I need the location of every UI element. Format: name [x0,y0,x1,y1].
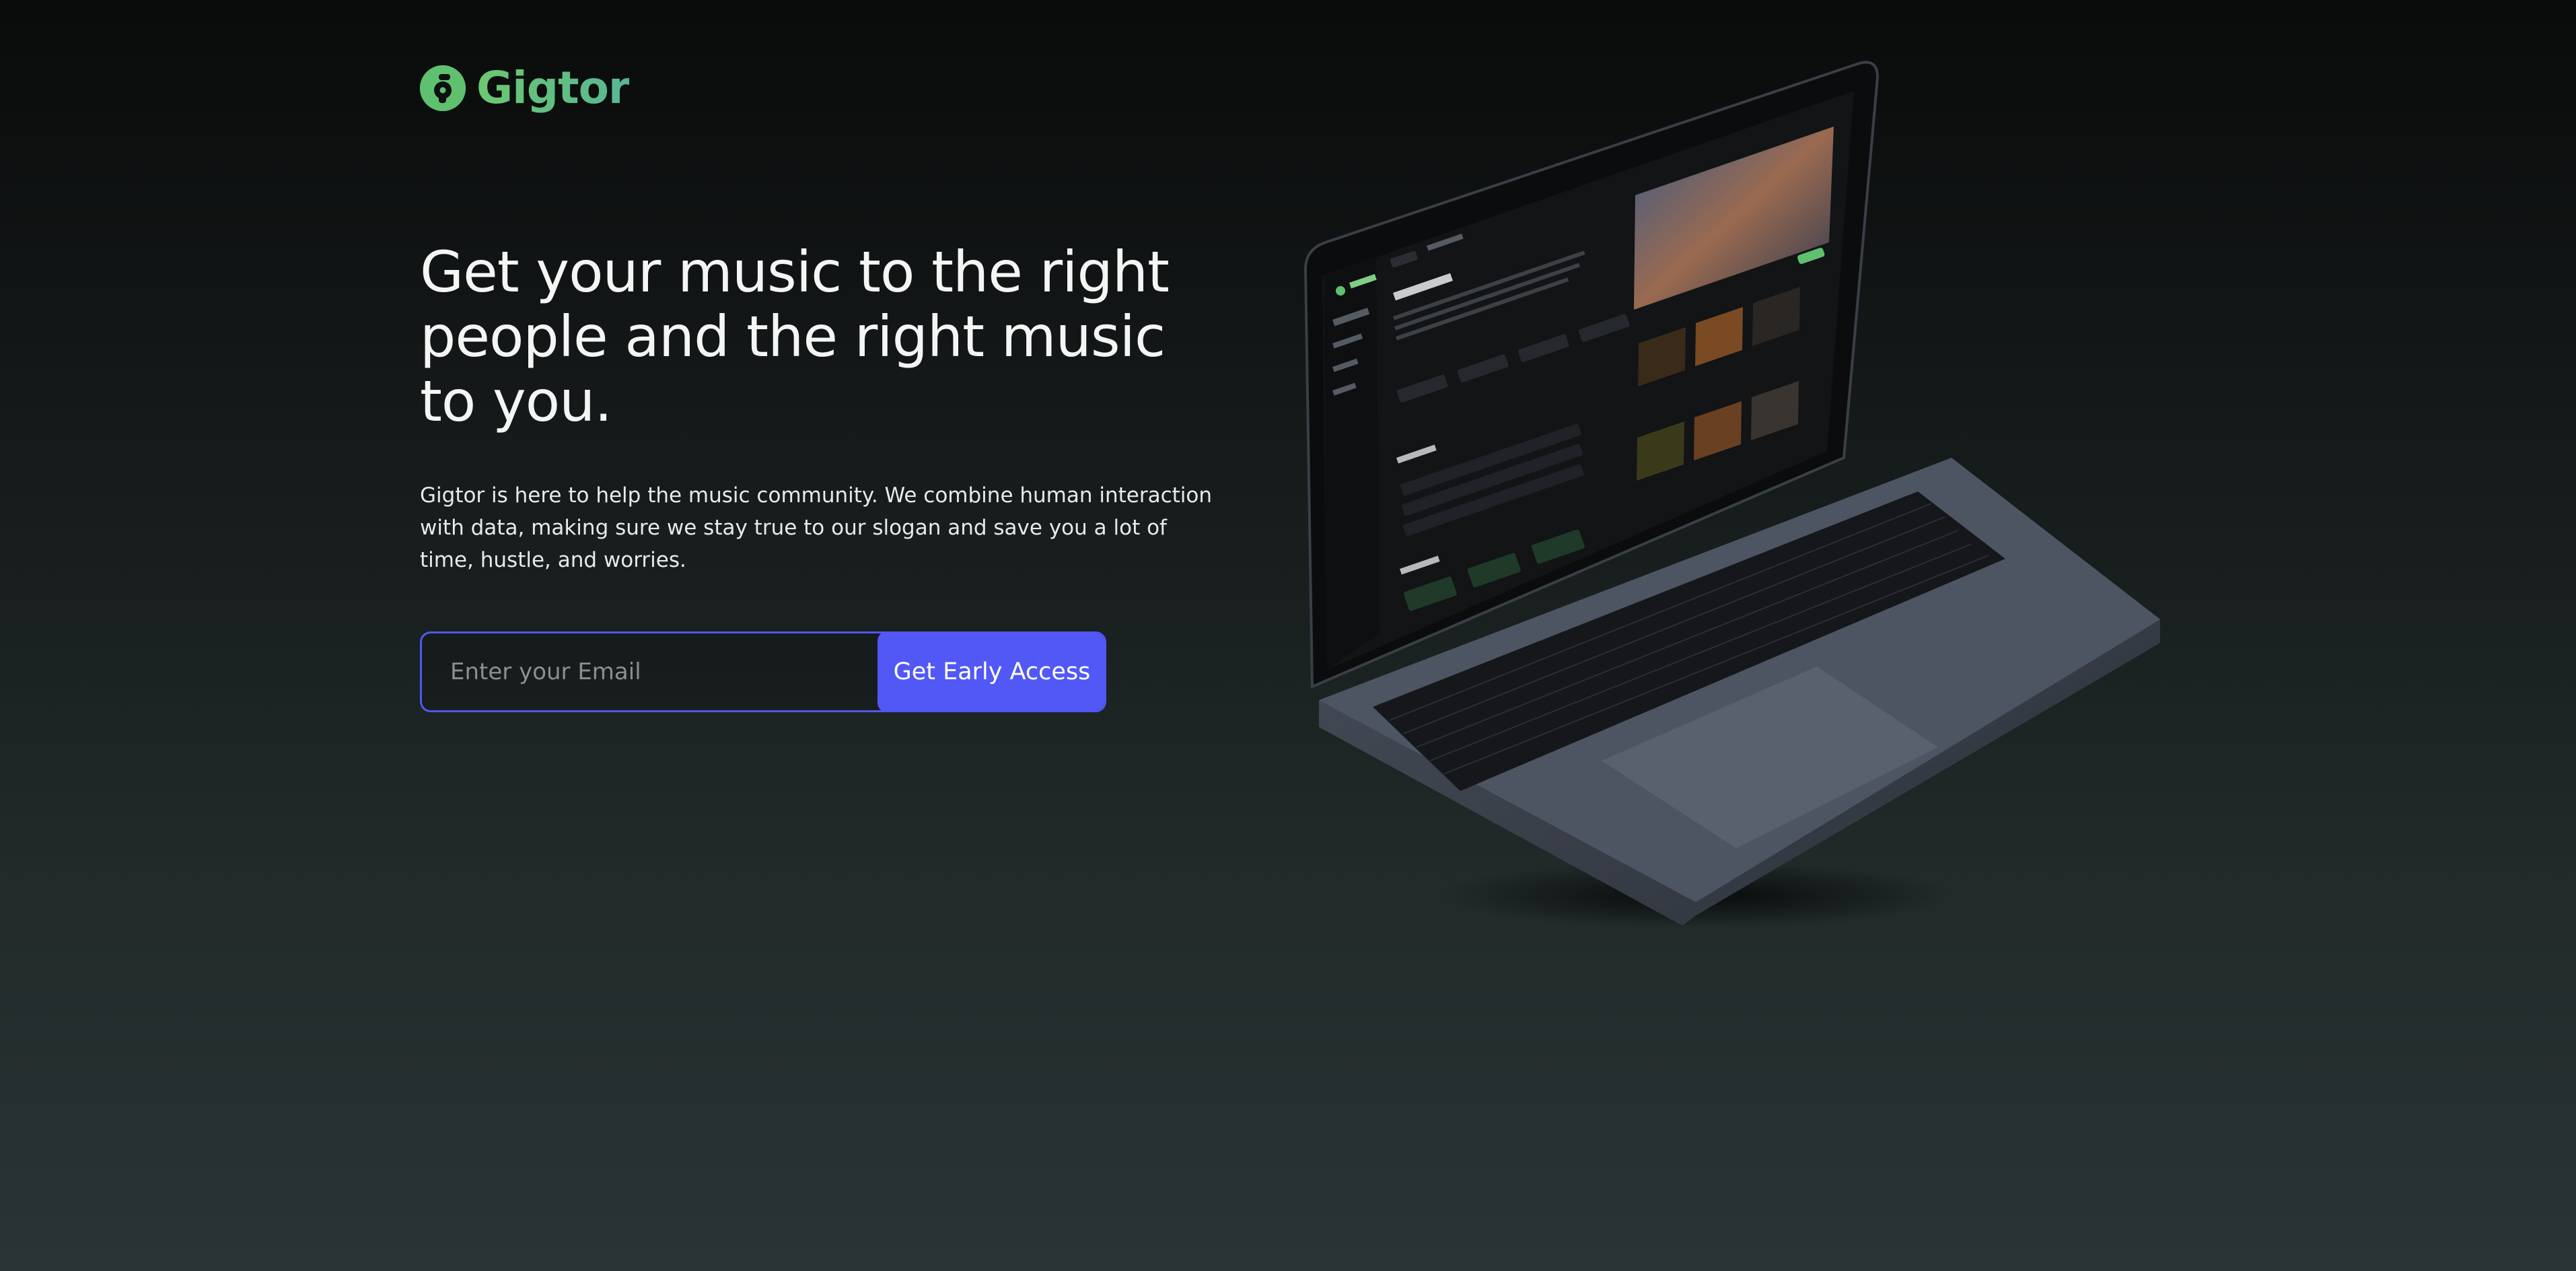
email-input[interactable] [422,633,878,710]
hero-headline: Get your music to the right people and t… [420,239,1170,434]
early-access-form: Get Early Access [420,631,1106,712]
get-early-access-button[interactable]: Get Early Access [878,633,1104,710]
laptop-mockup-image [1303,61,2160,929]
hero-description: Gigtor is here to help the music communi… [420,483,1213,572]
brand-logo[interactable]: Gigtor [420,62,630,114]
gigtor-logo-icon [420,65,466,111]
brand-name: Gigtor [476,62,630,114]
screen-logo-icon [1336,286,1345,296]
